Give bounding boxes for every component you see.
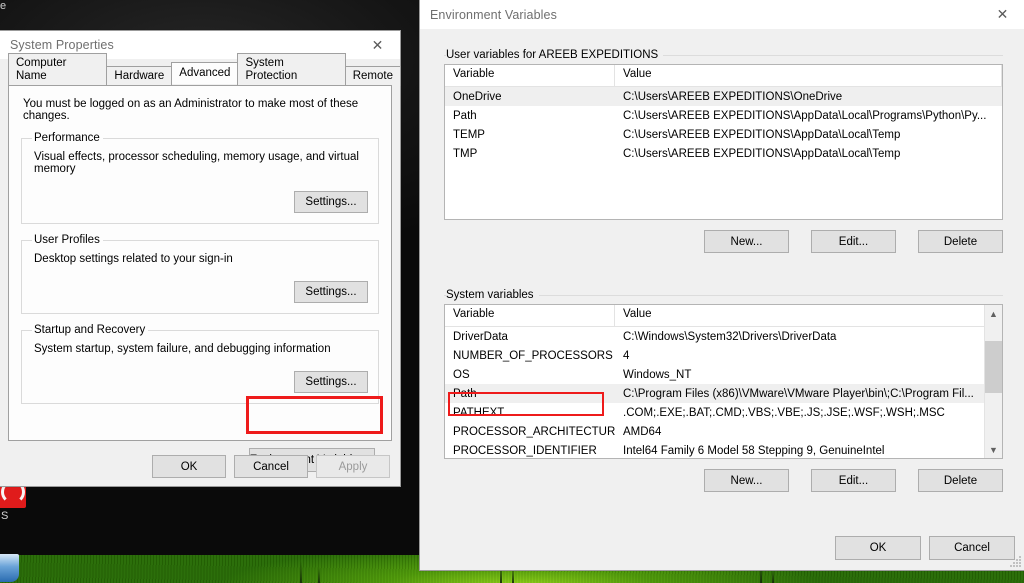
user-profiles-description: Desktop settings related to your sign-in [34,253,233,265]
tab-hardware[interactable]: Hardware [106,66,173,86]
table-row[interactable]: PROCESSOR_ARCHITECTURE AMD64 [445,422,985,441]
cell-variable: PROCESSOR_IDENTIFIER [453,444,597,457]
ok-button[interactable]: OK [152,455,226,478]
table-row[interactable]: Path C:\Program Files (x86)\VMware\VMwar… [445,384,985,403]
advanced-tab-panel: You must be logged on as an Administrato… [8,85,392,472]
performance-group: Performance Visual effects, processor sc… [21,132,379,224]
cell-value: Windows_NT [623,368,692,381]
chevron-down-icon[interactable]: ▼ [985,441,1002,458]
cell-value: .COM;.EXE;.BAT;.CMD;.VBS;.VBE;.JS;.JSE;.… [623,406,945,419]
table-row[interactable]: Path C:\Users\AREEB EXPEDITIONS\AppData\… [445,106,1002,125]
performance-settings-button[interactable]: Settings... [294,191,368,213]
system-variables-listview[interactable]: Variable Value DriverData C:\Windows\Sys… [444,304,1003,459]
chevron-up-icon[interactable]: ▲ [985,305,1002,322]
tab-advanced[interactable]: Advanced [171,62,239,84]
environment-variables-title: Environment Variables [430,7,557,22]
cell-variable: TEMP [453,128,485,141]
user-variables-rows: OneDrive C:\Users\AREEB EXPEDITIONS\OneD… [445,87,1002,163]
desktop-corner-label-top: e [0,0,7,12]
column-header-value[interactable]: Value [615,65,1002,86]
column-header-variable[interactable]: Variable [445,65,615,86]
environment-variables-titlebar: Environment Variables ✕ [420,0,1024,29]
performance-description: Visual effects, processor scheduling, me… [34,151,359,175]
resize-grip-icon[interactable] [1010,556,1022,568]
cell-value: C:\Users\AREEB EXPEDITIONS\AppData\Local… [623,147,901,160]
startup-recovery-group-legend: Startup and Recovery [34,324,146,336]
cell-value: 4 [623,349,630,362]
system-variables-header-row: Variable Value [445,305,1002,327]
user-variables-listview[interactable]: Variable Value OneDrive C:\Users\AREEB E… [444,64,1003,220]
system-variables-scrollbar[interactable]: ▲ ▼ [984,305,1002,458]
table-row[interactable]: TMP C:\Users\AREEB EXPEDITIONS\AppData\L… [445,144,1002,163]
cell-variable: PROCESSOR_ARCHITECTURE [453,425,615,438]
system-properties-footer: OK Cancel Apply [152,455,390,478]
cell-value: AMD64 [623,425,662,438]
system-variables-rows: DriverData C:\Windows\System32\Drivers\D… [445,327,1002,458]
startup-recovery-description: System startup, system failure, and debu… [34,343,331,355]
administrator-note: You must be logged on as an Administrato… [23,98,359,122]
table-row[interactable]: OneDrive C:\Users\AREEB EXPEDITIONS\OneD… [445,87,1002,106]
table-row[interactable]: PATHEXT .COM;.EXE;.BAT;.CMD;.VBS;.VBE;.J… [445,403,985,422]
user-variables-section: User variables for AREEB EXPEDITIONS Var… [444,47,1003,253]
close-icon[interactable]: ✕ [980,0,1024,29]
cell-variable: NUMBER_OF_PROCESSORS [453,349,613,362]
environment-variables-window: Environment Variables ✕ User variables f… [419,0,1024,571]
system-new-button[interactable]: New... [704,469,789,492]
environment-variables-footer: OK Cancel [835,536,1015,560]
table-row[interactable]: DriverData C:\Windows\System32\Drivers\D… [445,327,985,346]
user-profiles-settings-button[interactable]: Settings... [294,281,368,303]
user-edit-button[interactable]: Edit... [811,230,896,253]
cell-value: C:\Windows\System32\Drivers\DriverData [623,330,837,343]
table-row[interactable]: PROCESSOR_IDENTIFIER Intel64 Family 6 Mo… [445,441,985,458]
column-header-variable[interactable]: Variable [445,305,615,326]
user-delete-button[interactable]: Delete [918,230,1003,253]
apply-button[interactable]: Apply [316,455,390,478]
ev-ok-button[interactable]: OK [835,536,921,560]
startup-recovery-group: Startup and Recovery System startup, sys… [21,324,379,404]
close-icon[interactable]: ✕ [355,31,400,60]
cell-value: C:\Users\AREEB EXPEDITIONS\AppData\Local… [623,109,987,122]
system-variables-label: System variables [446,289,539,301]
tab-system-protection[interactable]: System Protection [237,53,346,86]
cell-variable: PATHEXT [453,406,505,419]
tab-computer-name[interactable]: Computer Name [8,53,108,86]
environment-variables-body: User variables for AREEB EXPEDITIONS Var… [420,29,1024,570]
user-profiles-group: User Profiles Desktop settings related t… [21,234,379,314]
system-delete-button[interactable]: Delete [918,469,1003,492]
user-variables-buttons: New... Edit... Delete [444,230,1003,253]
cell-value: C:\Users\AREEB EXPEDITIONS\AppData\Local… [623,128,901,141]
cancel-button[interactable]: Cancel [234,455,308,478]
cell-variable: Path [453,109,477,122]
ev-cancel-button[interactable]: Cancel [929,536,1015,560]
cell-value: Intel64 Family 6 Model 58 Stepping 9, Ge… [623,444,885,457]
user-variables-label: User variables for AREEB EXPEDITIONS [446,49,664,61]
cell-variable: TMP [453,147,478,160]
cell-variable: Path [453,387,477,400]
desktop-corner-label-bottom: S [1,510,9,522]
user-variables-header-row: Variable Value [445,65,1002,87]
cell-variable: OneDrive [453,90,502,103]
table-row[interactable]: OS Windows_NT [445,365,985,384]
table-row[interactable]: NUMBER_OF_PROCESSORS 4 [445,346,985,365]
system-edit-button[interactable]: Edit... [811,469,896,492]
cell-value: C:\Program Files (x86)\VMware\VMware Pla… [623,387,974,400]
desktop: e S System Properties ✕ Computer Name Ha… [0,0,1024,583]
cell-value: C:\Users\AREEB EXPEDITIONS\OneDrive [623,90,843,103]
cell-variable: DriverData [453,330,508,343]
startup-recovery-settings-button[interactable]: Settings... [294,371,368,393]
user-new-button[interactable]: New... [704,230,789,253]
system-properties-tabstrip: Computer Name Hardware Advanced System P… [8,53,401,86]
system-properties-title: System Properties [10,38,114,52]
table-row[interactable]: TEMP C:\Users\AREEB EXPEDITIONS\AppData\… [445,125,1002,144]
user-profiles-group-legend: User Profiles [34,234,100,246]
cell-variable: OS [453,368,470,381]
system-properties-window: System Properties ✕ Computer Name Hardwa… [0,30,401,487]
system-variables-buttons: New... Edit... Delete [444,469,1003,492]
performance-group-legend: Performance [34,132,100,144]
column-header-value[interactable]: Value [615,305,985,326]
desktop-icon-blue[interactable] [0,554,19,582]
tab-remote[interactable]: Remote [344,66,401,86]
scrollbar-thumb[interactable] [985,341,1002,393]
system-variables-section: System variables Variable Value DriverDa… [444,287,1003,492]
